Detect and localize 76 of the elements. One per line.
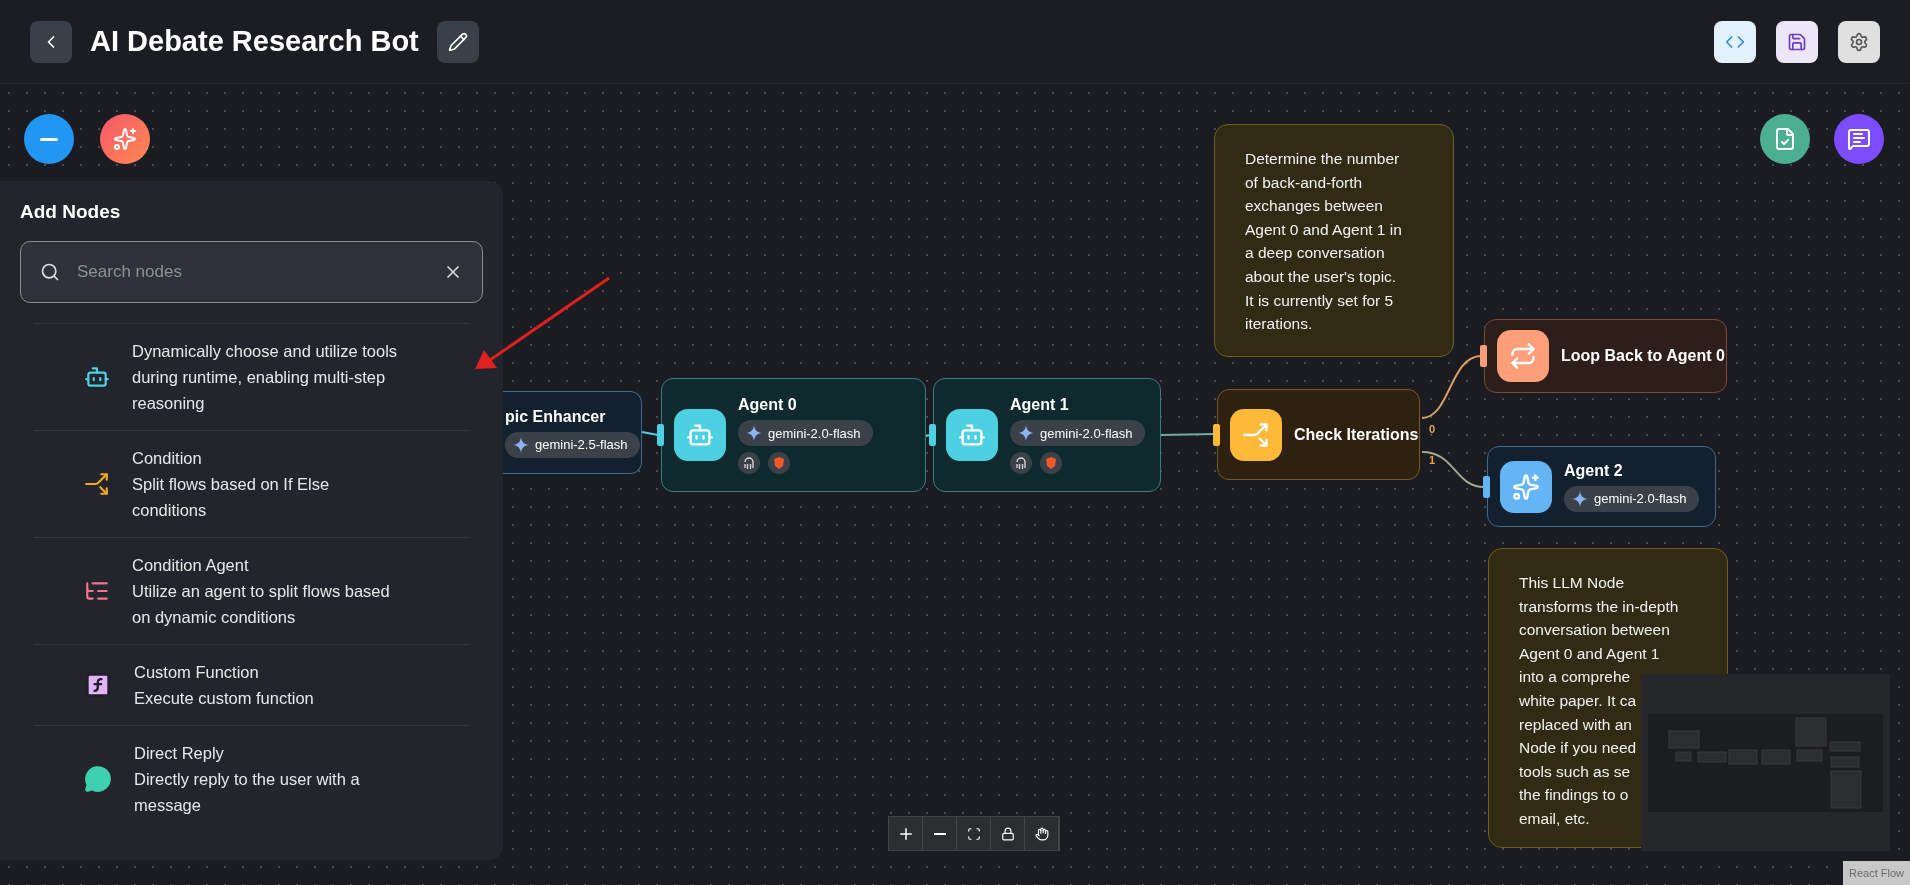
note-text: Determine the number of back-and-forth exchanges between Agent 0 and Agent 1 in a deep conversation about the user's topic. It is currently set for 5 iterations. [1245,150,1402,333]
search-field[interactable]: Search nodes [20,241,483,303]
function-icon [84,671,112,699]
connector-line [641,431,659,436]
node-label: pic Enhancer [505,407,606,426]
model-chip: gemini-2.0-flash [738,420,873,446]
split-icon [84,471,110,497]
node-label: Agent 0 [738,396,797,414]
settings-icon [1849,31,1869,52]
model-chip: gemini-2.5-flash [505,431,640,458]
node-label: Agent 1 [1010,396,1069,414]
validate-button[interactable] [1760,114,1810,164]
panel-title: Add Nodes [20,201,122,223]
node-list-item[interactable]: Condition Agent Utilize an agent to split flows based on dynamic conditions [34,537,469,644]
hand-icon [1034,826,1049,841]
node-handle[interactable] [1480,345,1487,367]
item-description: Directly reply to the user with a message [134,769,361,816]
code-button[interactable] [1714,20,1756,63]
sticky-note[interactable]: Determine the number of back-and-forth exchanges between Agent 0 and Agent 1 in a deep conversation about the user's topic. It is currently set for 5 iterations. [1214,124,1454,357]
item-description: Dynamically choose and utilize tools during runtime, enabling multi-step reasoning [132,341,399,414]
note-text: This LLM Node transforms the in-depth conversation between Agent 0 and Agent 1 into a comprehe white paper. It ca replaced with an Node if you need tools such as se the findings to o email, etc. [1519,574,1679,827]
item-description: Execute custom function [134,688,315,709]
item-name: Condition Agent [132,555,250,576]
back-button[interactable] [30,20,72,63]
sparkle-icon [513,436,529,453]
flow-node[interactable]: pic Enhancer gemini-2.5-flash [503,391,642,474]
sparkle-icon [746,425,762,441]
split-icon [1242,420,1270,449]
model-chip: gemini-2.0-flash [1564,485,1699,512]
item-description: Split flows based on If Else conditions [132,474,331,521]
connector-line [925,434,931,437]
node-handle[interactable] [929,424,936,446]
item-description: Utilize an agent to split flows based on dynamic conditions [132,581,391,628]
shield-icon [768,452,790,474]
chat-icon [1847,127,1871,151]
collapse-button[interactable] [24,114,74,164]
node-list-item[interactable]: Dynamically choose and utilize tools during runtime, enabling multi-step reasoning [34,323,469,430]
edge-label: 0 [1429,423,1436,435]
robot-icon [84,364,110,390]
fit-view-icon [966,826,981,841]
item-name: Condition [132,448,203,469]
node-list-item[interactable]: Custom Function Execute custom function [34,644,469,725]
connector-line [1160,433,1215,436]
node-handle[interactable] [657,424,664,446]
shield-icon [1040,452,1062,474]
file-check-icon [1773,127,1797,151]
lock-icon [1000,826,1015,841]
flow-title: AI Debate Research Bot [90,25,419,58]
chat-button[interactable] [1834,114,1884,164]
sparkles-button[interactable] [100,114,150,164]
minus-icon [933,832,946,835]
node-list-item[interactable]: Direct Reply Directly reply to the user with a message [34,725,469,832]
node-list-item[interactable]: Condition Split flows based on If Else conditions [34,430,469,537]
minus-icon [40,137,58,141]
node-label: Loop Back to Agent 0 [1561,347,1725,365]
repeat-icon [1509,342,1537,370]
node-handle[interactable] [1213,423,1220,446]
settings-button[interactable] [1838,20,1880,63]
chat-bubble-icon [84,765,112,793]
node-label: Check Iterations [1294,425,1419,444]
item-name: Direct Reply [134,743,225,764]
connector-line [1421,355,1482,419]
edit-button[interactable] [436,20,479,63]
node-handle[interactable] [1483,475,1490,498]
edge-label: 1 [1429,454,1436,466]
sparkles-icon [113,127,137,151]
sparkles-icon [1512,472,1540,501]
search-icon [40,262,60,282]
item-name: Custom Function [134,662,260,683]
pencil-icon [447,31,468,52]
connector-line [1421,451,1485,488]
sparkle-icon [1018,425,1034,441]
sparkle-icon [1572,490,1588,507]
node-label: Agent 2 [1564,461,1623,480]
save-button[interactable] [1776,20,1818,63]
model-chip: gemini-2.0-flash [1010,420,1145,446]
